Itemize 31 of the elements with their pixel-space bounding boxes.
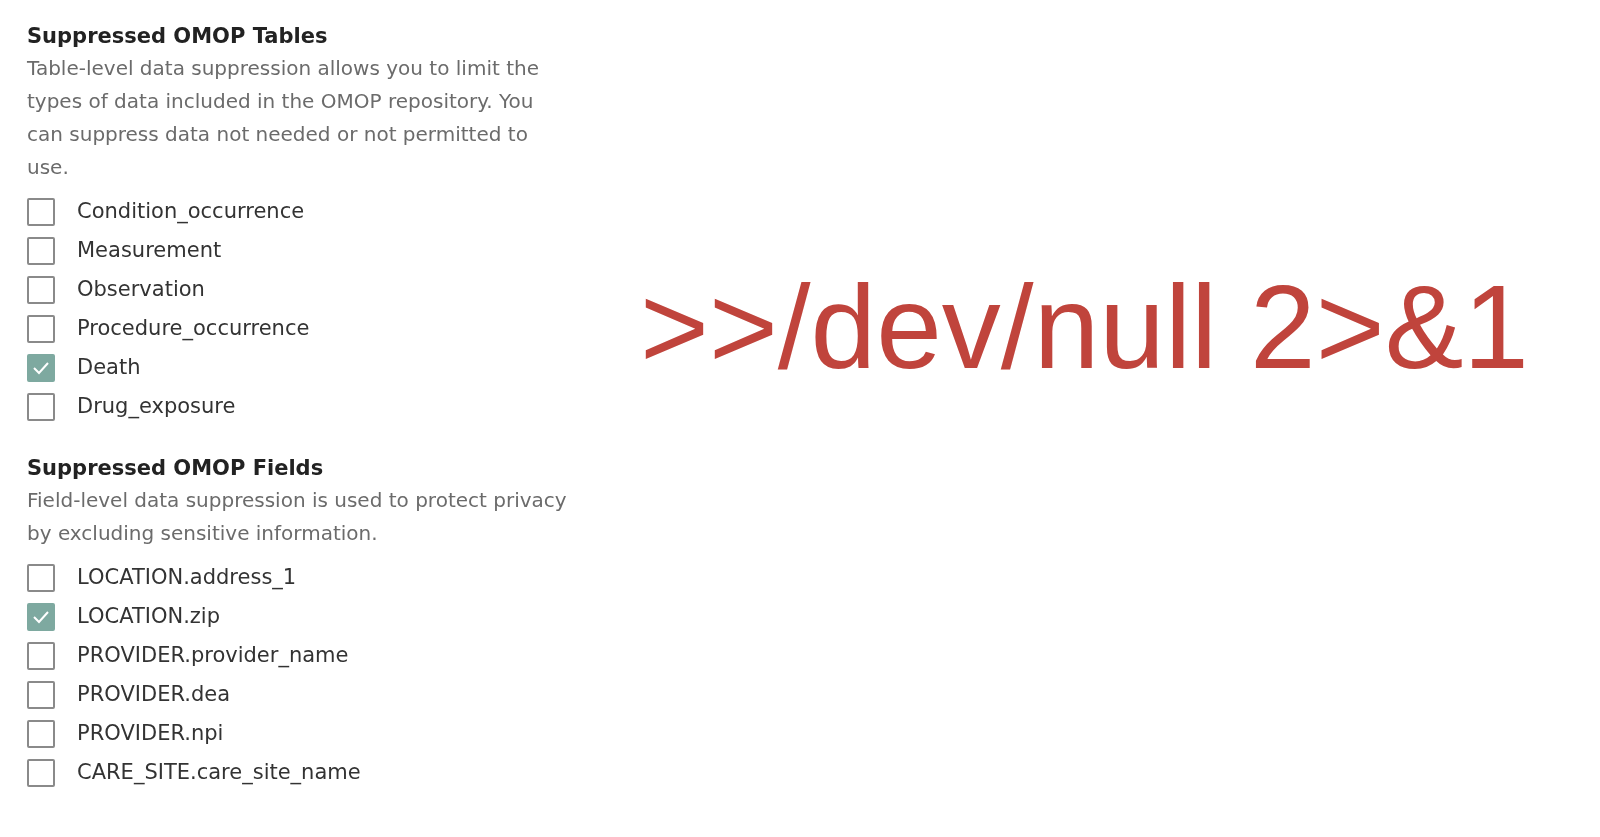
checkbox[interactable] [27,392,55,421]
option-label: Death [77,353,141,381]
overlay-text: >>/dev/null 2>&1 [640,268,1530,386]
option-label: Measurement [77,236,222,264]
option-label: Procedure_occurrence [77,314,310,343]
checkbox[interactable] [27,758,55,787]
checkbox[interactable] [27,641,55,670]
checkbox[interactable] [27,314,55,343]
option-label: LOCATION.zip [77,602,220,630]
section-description: Field-level data suppression is used to protect privacy by excluding sensitive information. [27,487,567,547]
option-label: LOCATION.address_1 [77,563,297,592]
option-label: Observation [77,275,205,303]
checkbox[interactable] [27,275,55,304]
section-description: Table-level data suppression allows you to limit the types of data included in the OMOP repository. You can suppress data not needed or not permitted to use. [27,55,540,181]
section-title: Suppressed OMOP Tables [27,23,328,50]
option-label: Drug_exposure [77,392,236,421]
checkbox[interactable] [27,197,55,226]
checkmark-icon [32,360,50,375]
option-label: PROVIDER.npi [77,719,224,747]
section-title: Suppressed OMOP Fields [27,455,324,482]
option-label: CARE_SITE.care_site_name [77,758,361,787]
checkbox[interactable] [27,719,55,748]
checkbox[interactable] [27,680,55,709]
checkbox[interactable] [27,602,55,631]
option-label: Condition_occurrence [77,197,305,226]
option-label: PROVIDER.dea [77,680,231,708]
checkbox[interactable] [27,353,55,382]
checkbox[interactable] [27,236,55,265]
checkbox[interactable] [27,563,55,592]
checkmark-icon [32,609,50,624]
option-label: PROVIDER.provider_name [77,641,349,670]
